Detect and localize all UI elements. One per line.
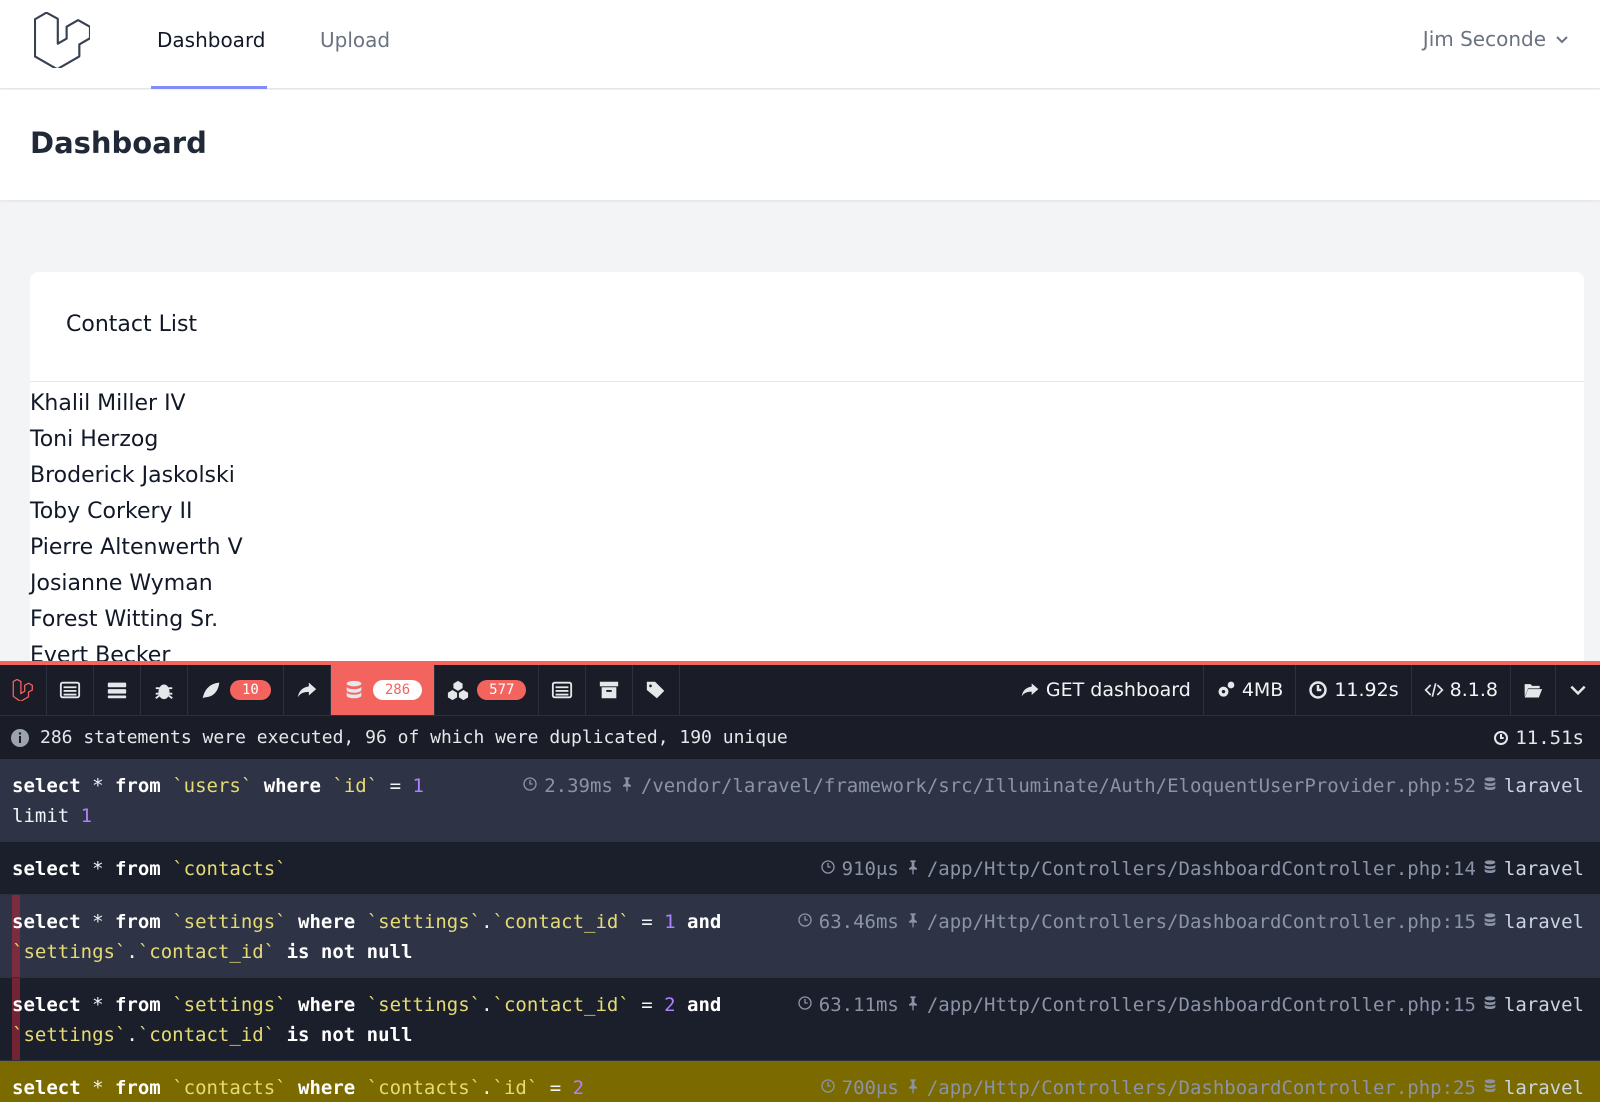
contact-item: Toni Herzog [30,427,159,452]
card-title: Contact List [30,272,1584,382]
contact-item: Forest Witting Sr. [30,607,219,632]
contact-item: Khalil Miller IV [30,391,186,416]
archive-icon [600,681,619,699]
tab-messages[interactable] [47,665,94,715]
sql-statement-row[interactable]: select * from `contacts` where `contacts… [0,1061,1600,1102]
contact-list: Khalil Miller IV Toni Herzog Broderick J… [30,382,1584,674]
contact-list-card: Contact List Khalil Miller IV Toni Herzo… [30,272,1584,672]
tab-queries[interactable]: 286 [330,665,436,715]
queries-summary: 286 statements were executed, 96 of whic… [0,715,1600,759]
tab-models[interactable]: 577 [435,665,540,715]
minimize-debugbar-button[interactable] [1556,665,1600,715]
database-icon [346,680,362,699]
nav-upload-link[interactable]: Upload [320,28,390,52]
folder-open-icon [1524,684,1543,698]
inbox-icon [552,681,573,699]
user-name: Jim Seconde [1422,27,1546,51]
queries-summary-text: 286 statements were executed, 96 of whic… [40,727,788,748]
request-route[interactable]: GET dashboard [1008,665,1204,715]
sql-statement-row[interactable]: select * from `settings` where `settings… [0,895,1600,978]
chevron-down-icon [1570,685,1586,696]
statements-list: select * from `users` where `id` = 1 lim… [0,759,1600,1102]
tab-views[interactable]: 10 [188,665,284,715]
clock-icon [1309,681,1328,699]
request-route-label: GET dashboard [1045,679,1191,701]
sql-statement-row[interactable]: select * from `contacts` 910μs/app/Http/C… [0,842,1600,895]
active-tab-indicator [151,86,267,89]
tab-route[interactable] [284,665,331,715]
tab-exceptions[interactable] [141,665,188,715]
request-duration[interactable]: 11.92s [1296,665,1412,715]
request-duration-label: 11.92s [1334,679,1399,701]
laravel-logo-icon [12,679,33,701]
tab-timeline[interactable] [94,665,141,715]
queries-count-badge: 286 [372,680,423,700]
sql-text: select * from `contacts` where `contacts… [12,1077,585,1099]
sql-text: select * from `contacts` [12,858,287,880]
sql-text: select * from `settings` where `settings… [12,994,722,1046]
php-version[interactable]: 8.1.8 [1412,665,1511,715]
page-title: Dashboard [30,126,207,160]
chevron-down-icon [1556,36,1568,44]
open-history-button[interactable] [1511,665,1556,715]
tab-mails[interactable] [539,665,587,715]
laravel-logo-icon[interactable] [34,12,90,68]
sql-text: select * from `users` where `id` = 1 lim… [12,775,424,827]
top-nav: Dashboard Upload Jim Seconde [0,0,1600,89]
queries-total-time: 11.51s [1493,727,1584,749]
cubes-icon [448,680,469,701]
debugbar-logo[interactable] [0,665,47,715]
contact-item: Josianne Wyman [30,571,213,596]
nav-dashboard-link[interactable]: Dashboard [157,28,266,52]
code-icon [1424,683,1444,697]
tab-request[interactable] [633,665,681,715]
views-count-badge: 10 [230,680,271,700]
contact-item: Toby Corkery II [30,499,193,524]
bug-icon [155,684,173,700]
share-icon [1021,683,1039,697]
share-icon [297,682,317,698]
info-icon [11,728,29,747]
memory-usage-label: 4MB [1241,679,1284,701]
tasks-icon [107,682,127,699]
php-version-label: 8.1.8 [1449,679,1498,701]
memory-usage[interactable]: 4MB [1204,665,1297,715]
leaf-icon [202,682,220,699]
sql-statement-row[interactable]: select * from `settings` where `settings… [0,978,1600,1061]
debugbar-toolbar: 10 286 577 GET dashboard 4MB 11.92s 8.1.… [0,665,1600,715]
sql-text: select * from `settings` where `settings… [12,911,722,963]
contact-item: Broderick Jaskolski [30,463,235,488]
queries-total-time-label: 11.51s [1515,726,1584,749]
cogs-icon [1218,681,1235,697]
debugbar: 10 286 577 GET dashboard 4MB 11.92s 8.1.… [0,661,1600,1102]
contact-item: Pierre Altenwerth V [30,535,243,560]
sql-statement-row[interactable]: select * from `users` where `id` = 1 lim… [0,759,1600,842]
list-icon [59,681,81,699]
clock-icon [1494,730,1509,745]
page-header: Dashboard [0,90,1600,200]
user-menu[interactable]: Jim Seconde [1423,27,1570,51]
tags-icon [647,681,665,699]
models-count-badge: 577 [477,680,527,700]
tab-session[interactable] [586,665,634,715]
